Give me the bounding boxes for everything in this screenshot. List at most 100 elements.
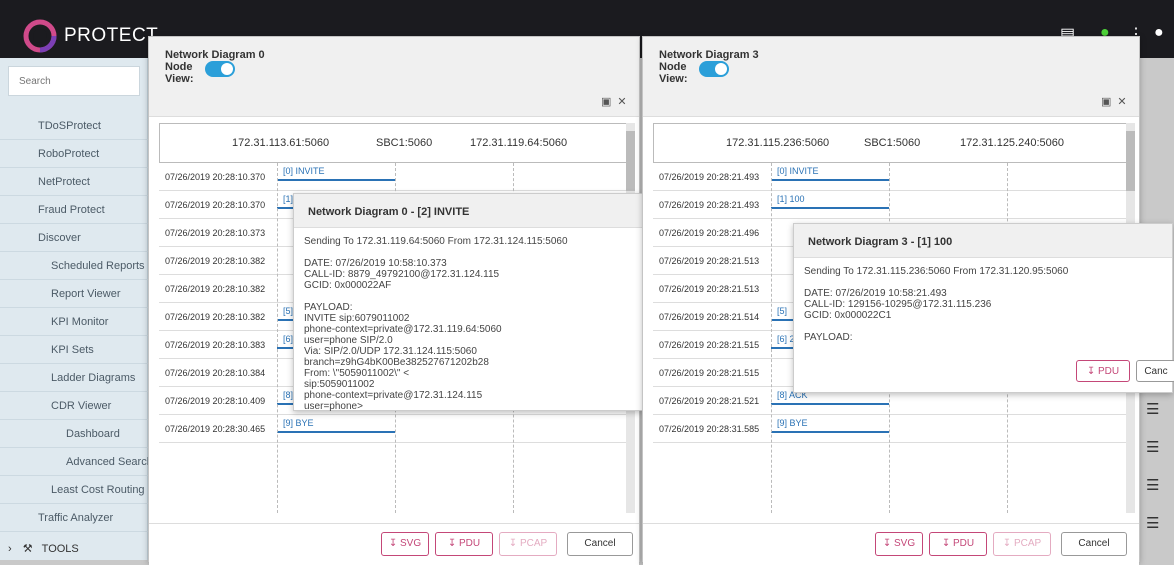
panel-title: Network Diagram 3 bbox=[659, 49, 759, 61]
cancel-button[interactable]: Cancel bbox=[1061, 532, 1127, 556]
list-icon[interactable]: ☰ bbox=[1146, 476, 1172, 514]
lifeline bbox=[277, 163, 278, 513]
expand-icon[interactable]: ▣ bbox=[601, 96, 617, 108]
svg-button[interactable]: ↧ SVG bbox=[381, 532, 429, 556]
pdu-button[interactable]: ↧ PDU bbox=[929, 532, 987, 556]
message-label[interactable]: [5] bbox=[777, 306, 787, 316]
view-label: View: bbox=[659, 73, 688, 85]
sidebar-item-cdr-viewer[interactable]: CDR Viewer bbox=[0, 392, 148, 420]
pcap-button[interactable]: ↧ PCAP bbox=[499, 532, 557, 556]
sidebar-item-traffic-analyzer[interactable]: Traffic Analyzer bbox=[0, 504, 148, 532]
timestamp: 07/26/2019 20:28:21.513 bbox=[659, 284, 760, 294]
sidebar-item-fraud-protect[interactable]: Fraud Protect bbox=[0, 196, 148, 224]
panel-footer: ↧ SVG ↧ PDU ↧ PCAP Cancel bbox=[149, 523, 639, 565]
timestamp: 07/26/2019 20:28:21.515 bbox=[659, 368, 760, 378]
user-icon[interactable]: ● bbox=[1154, 24, 1164, 42]
table-row[interactable]: 07/26/2019 20:28:21.493 [1] 100 bbox=[653, 191, 1127, 219]
close-icon[interactable]: ✕ bbox=[617, 96, 632, 108]
scroll-thumb[interactable] bbox=[626, 131, 635, 191]
expand-icon[interactable]: ▣ bbox=[1101, 96, 1117, 108]
tools-label: TOOLS bbox=[41, 543, 79, 555]
list-icon[interactable]: ☰ bbox=[1146, 438, 1172, 476]
node-view-toggle[interactable] bbox=[205, 61, 235, 77]
message-arrow[interactable] bbox=[277, 179, 395, 181]
popup-line: phone-context=private@172.31.119.64:5060 bbox=[304, 324, 502, 335]
pdu-button[interactable]: ↧ PDU bbox=[435, 532, 493, 556]
message-arrow[interactable] bbox=[771, 403, 889, 405]
sidebar-item-kpi-sets[interactable]: KPI Sets bbox=[0, 336, 148, 364]
pcap-button[interactable]: ↧ PCAP bbox=[993, 532, 1051, 556]
message-arrow[interactable] bbox=[771, 207, 889, 209]
panel-title: Network Diagram 0 bbox=[165, 49, 265, 61]
popup-cancel-button[interactable]: Canc bbox=[1136, 360, 1174, 382]
node-label: Node bbox=[659, 61, 687, 73]
message-label[interactable]: [0] INVITE bbox=[283, 166, 325, 176]
sidebar-item-roboprotect[interactable]: RoboProtect bbox=[0, 140, 148, 168]
node-view-toggle[interactable] bbox=[699, 61, 729, 77]
timestamp: 07/26/2019 20:28:21.515 bbox=[659, 340, 760, 350]
message-arrow[interactable] bbox=[771, 431, 889, 433]
network-diagram-panel-3: Network Diagram 3 Node View: ▣✕ 172.31.1… bbox=[642, 36, 1174, 565]
message-label[interactable]: [9] BYE bbox=[283, 418, 314, 428]
sidebar-item-advanced-search[interactable]: Advanced Search bbox=[0, 448, 153, 476]
popup-line: PAYLOAD: bbox=[804, 332, 853, 343]
chevron-right-icon: › bbox=[8, 543, 12, 555]
sidebar-item-scheduled-reports[interactable]: Scheduled Reports bbox=[0, 252, 148, 280]
sidebar-item-tdosprotect[interactable]: TDoSProtect bbox=[0, 112, 148, 140]
popup-title: Network Diagram 3 - [1] 100 bbox=[794, 224, 1172, 258]
message-label[interactable]: [6] bbox=[283, 334, 293, 344]
timestamp: 07/26/2019 20:28:10.409 bbox=[165, 396, 266, 406]
sidebar-item-discover[interactable]: Discover bbox=[0, 224, 148, 252]
table-row[interactable]: 07/26/2019 20:28:31.585 [9] BYE bbox=[653, 415, 1127, 443]
search-input[interactable] bbox=[8, 66, 140, 96]
popup-line: PAYLOAD: bbox=[304, 302, 353, 313]
message-label[interactable]: [0] INVITE bbox=[777, 166, 819, 176]
timestamp: 07/26/2019 20:28:31.585 bbox=[659, 424, 760, 434]
popup-line: DATE: 07/26/2019 10:58:21.493 bbox=[804, 288, 947, 299]
host-label: SBC1:5060 bbox=[376, 137, 433, 149]
timestamp: 07/26/2019 20:28:10.373 bbox=[165, 228, 266, 238]
table-row[interactable]: 07/26/2019 20:28:21.493 [0] INVITE bbox=[653, 163, 1127, 191]
message-label[interactable]: [9] BYE bbox=[777, 418, 808, 428]
timestamp: 07/26/2019 20:28:21.514 bbox=[659, 312, 760, 322]
popup-pdu-button[interactable]: ↧ PDU bbox=[1076, 360, 1130, 382]
side-list-icons: ☰ ☰ ☰ ☰ bbox=[1146, 400, 1172, 550]
table-row[interactable]: 07/26/2019 20:28:10.370 [0] INVITE bbox=[159, 163, 633, 191]
popup-line: CALL-ID: 8879_49792100@172.31.124.115 bbox=[304, 269, 500, 280]
lifeline bbox=[771, 163, 772, 513]
list-icon[interactable]: ☰ bbox=[1146, 514, 1172, 552]
message-label[interactable]: [1] 100 bbox=[777, 194, 805, 204]
message-label[interactable]: [1] bbox=[283, 194, 293, 204]
svg-button[interactable]: ↧ SVG bbox=[875, 532, 923, 556]
sidebar-item-dashboard[interactable]: Dashboard bbox=[0, 420, 148, 448]
sidebar-item-ladder-diagrams[interactable]: Ladder Diagrams bbox=[0, 364, 148, 392]
list-icon[interactable]: ☰ bbox=[1146, 400, 1172, 438]
popup-line: GCID: 0x000022C1 bbox=[804, 310, 892, 321]
popup-line: Via: SIP/2.0/UDP 172.31.124.115:5060 bbox=[304, 346, 477, 357]
scroll-thumb[interactable] bbox=[1126, 131, 1135, 191]
wrench-icon: ⚒ bbox=[22, 543, 33, 555]
timestamp: 07/26/2019 20:28:10.382 bbox=[165, 312, 266, 322]
message-arrow[interactable] bbox=[277, 431, 395, 433]
sidebar-item-kpi-monitor[interactable]: KPI Monitor bbox=[0, 308, 148, 336]
message-label[interactable]: [5] bbox=[283, 306, 293, 316]
host-label: 172.31.115.236:5060 bbox=[726, 137, 830, 149]
timestamp: 07/26/2019 20:28:21.493 bbox=[659, 200, 760, 210]
timestamp: 07/26/2019 20:28:21.513 bbox=[659, 256, 760, 266]
sidebar-item-least-cost-routing[interactable]: Least Cost Routing bbox=[0, 476, 148, 504]
timestamp: 07/26/2019 20:28:21.521 bbox=[659, 396, 760, 406]
timestamp: 07/26/2019 20:28:10.370 bbox=[165, 200, 266, 210]
sidebar-item-netprotect[interactable]: NetProtect bbox=[0, 168, 148, 196]
close-icon[interactable]: ✕ bbox=[1117, 96, 1132, 108]
message-arrow[interactable] bbox=[771, 179, 889, 181]
sidebar-item-report-viewer[interactable]: Report Viewer bbox=[0, 280, 148, 308]
popup-line: CALL-ID: 129156-10295@172.31.115.236 bbox=[804, 299, 992, 310]
cancel-button[interactable]: Cancel bbox=[567, 532, 633, 556]
popup-line: GCID: 0x000022AF bbox=[304, 280, 392, 291]
table-row[interactable]: 07/26/2019 20:28:30.465 [9] BYE bbox=[159, 415, 633, 443]
popup-line: DATE: 07/26/2019 10:58:10.373 bbox=[304, 258, 447, 269]
timestamp: 07/26/2019 20:28:21.496 bbox=[659, 228, 760, 238]
popup-line: From: \"5059011002\" < bbox=[304, 368, 410, 379]
popup-line: INVITE sip:6079011002 bbox=[304, 313, 410, 324]
sidebar-item-tools[interactable]: › ⚒ TOOLS bbox=[0, 542, 148, 560]
